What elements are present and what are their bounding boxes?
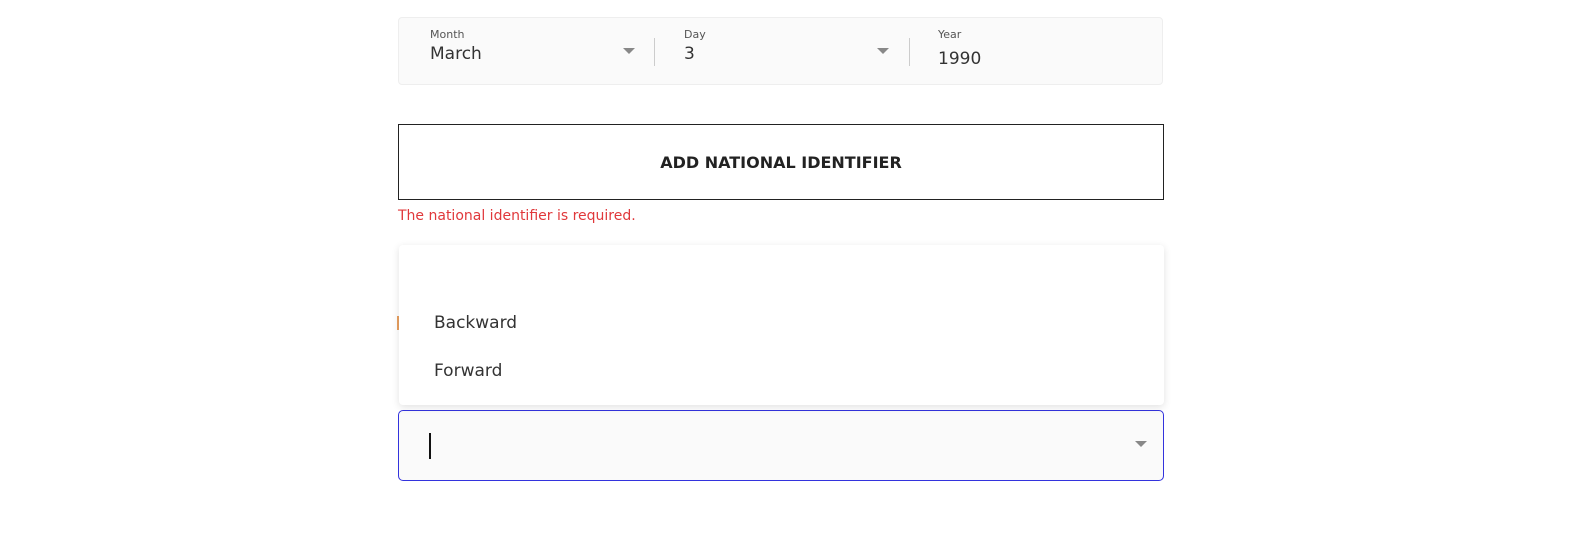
- dropdown-menu: Backward Forward: [399, 245, 1164, 405]
- option-forward[interactable]: Forward: [434, 361, 502, 381]
- chevron-down-icon: [623, 48, 635, 54]
- month-value: March: [430, 44, 482, 64]
- date-of-birth-group: Month March Day 3 Year 1990: [398, 17, 1163, 85]
- text-cursor: [429, 433, 431, 459]
- error-message: The national identifier is required.: [398, 208, 636, 224]
- year-input[interactable]: Year 1990: [910, 18, 1163, 84]
- chevron-down-icon: [877, 48, 889, 54]
- option-backward[interactable]: Backward: [434, 313, 517, 333]
- year-label: Year: [938, 28, 962, 41]
- day-select[interactable]: Day 3: [655, 18, 909, 84]
- month-select[interactable]: Month March: [399, 18, 654, 84]
- dropdown-input[interactable]: [398, 410, 1164, 481]
- month-label: Month: [430, 28, 465, 41]
- day-label: Day: [684, 28, 706, 41]
- day-value: 3: [684, 44, 695, 64]
- chevron-down-icon[interactable]: [1135, 441, 1147, 447]
- year-value: 1990: [938, 49, 982, 69]
- add-national-identifier-button[interactable]: ADD NATIONAL IDENTIFIER: [398, 124, 1164, 200]
